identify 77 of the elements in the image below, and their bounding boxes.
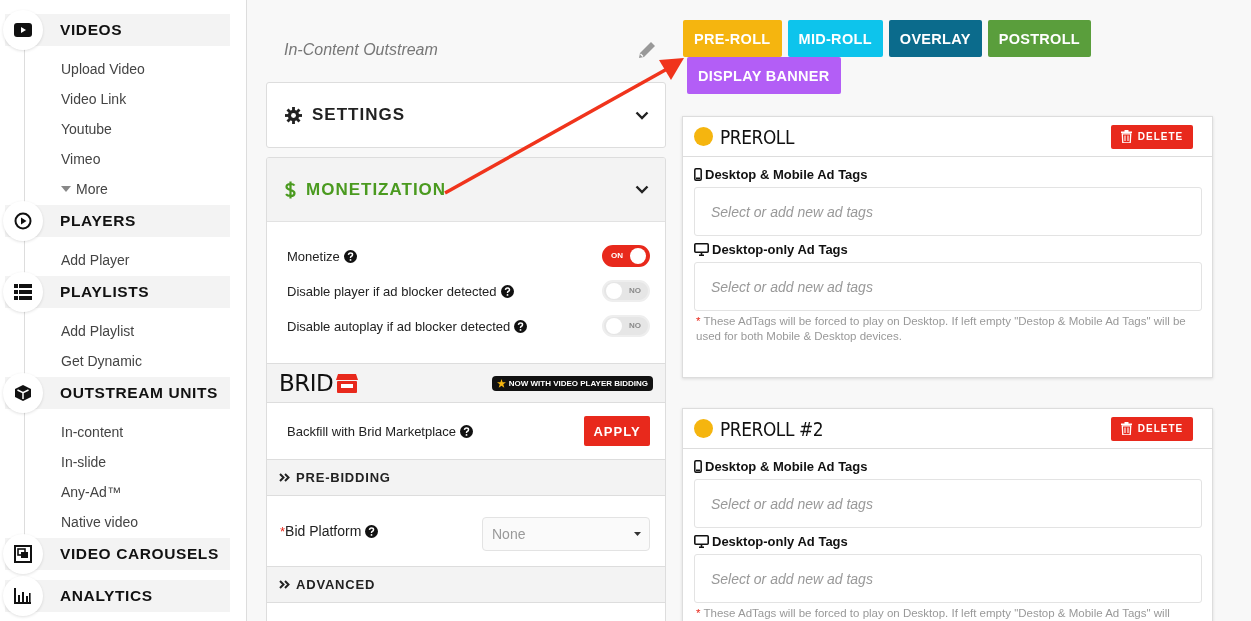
help-note: * These AdTags will be forced to play on Desktop. If left empty "Destop & Mobile Ad Tags" will be used for both Mobile & Desktop devices. <box>696 314 1187 344</box>
cube-icon <box>14 384 32 402</box>
sidebar-heading: VIDEOS <box>60 21 123 39</box>
ad-tags-field[interactable]: Select or add new ad tags <box>694 262 1202 311</box>
section-header[interactable]: ADVANCED <box>267 566 665 603</box>
phone-icon <box>694 459 702 473</box>
sidebar-item[interactable]: Video Link <box>61 84 127 114</box>
list-icon <box>14 284 32 300</box>
sidebar-item[interactable]: In-content <box>61 417 124 447</box>
section-title: ADVANCED <box>296 577 376 592</box>
field-label: Desktop-only Ad Tags <box>712 241 848 257</box>
apply-button[interactable]: APPLY <box>584 416 650 446</box>
trash-icon <box>1120 130 1132 143</box>
field-label: Desktop & Mobile Ad Tags <box>705 166 868 182</box>
field-label: Desktop-only Ad Tags <box>712 533 848 549</box>
delete-button[interactable]: DELETE <box>1111 124 1193 149</box>
sidebar-heading: VIDEO CAROUSELS <box>60 545 219 563</box>
sidebar-item[interactable]: Add Player <box>61 245 130 275</box>
toggle-label: Disable player if ad blocker detected <box>287 283 497 299</box>
sidebar-item[interactable]: Vimeo <box>61 144 101 174</box>
ad-type-button[interactable]: DISPLAY BANNER <box>687 57 841 94</box>
panel-header[interactable]: SETTINGS <box>267 83 665 147</box>
card-title: PREROLL #2 <box>720 416 824 441</box>
toggle-label: Disable autoplay if ad blocker detected <box>287 318 511 334</box>
monitor-icon <box>694 242 709 256</box>
sidebar-heading: OUTSTREAM UNITS <box>60 384 218 402</box>
card-title: PREROLL <box>720 124 794 149</box>
section-header[interactable]: PRE-BIDDING <box>267 459 665 496</box>
phone-icon <box>694 167 702 181</box>
sidebar-item[interactable]: Get Dynamic <box>61 346 142 376</box>
toggle-switch[interactable]: ON <box>602 244 650 267</box>
sidebar-item[interactable]: More <box>76 181 108 197</box>
ad-tags-field[interactable]: Select or add new ad tags <box>694 554 1202 603</box>
help-icon[interactable] <box>343 249 357 263</box>
sidebar-item[interactable]: Youtube <box>61 114 112 144</box>
sidebar-item[interactable]: Any-Ad™ <box>61 477 121 507</box>
brand-logo: BRID <box>279 370 334 396</box>
caret-down-icon <box>634 532 641 536</box>
double-chevron-icon <box>279 473 290 482</box>
toggle-label: Monetize <box>287 248 340 264</box>
gear-icon <box>285 106 302 124</box>
store-icon <box>336 373 359 393</box>
section-title: PRE-BIDDING <box>296 470 391 485</box>
badge-text: NOW WITH VIDEO PLAYER BIDDING <box>508 378 648 388</box>
sidebar-item[interactable]: Add Playlist <box>61 316 135 346</box>
help-icon[interactable] <box>365 525 379 538</box>
carousel-icon <box>14 545 32 563</box>
sidebar-item[interactable]: Upload Video <box>61 54 145 84</box>
dollar-icon <box>285 180 296 199</box>
bar-chart-icon <box>14 588 32 604</box>
delete-button[interactable]: DELETE <box>1111 416 1193 441</box>
help-note: * These AdTags will be forced to play on Desktop. If left empty "Destop & Mobile Ad Tags" will <box>696 606 1171 621</box>
help-icon[interactable] <box>460 425 474 438</box>
star-icon <box>496 378 506 388</box>
help-icon[interactable] <box>514 319 528 333</box>
sidebar-heading: PLAYERS <box>60 212 136 230</box>
trash-icon <box>1120 422 1132 435</box>
caret-down-icon <box>61 186 71 192</box>
field-label: Bid Platform <box>285 523 362 539</box>
sidebar-heading: ANALYTICS <box>60 587 153 605</box>
ad-tags-field[interactable]: Select or add new ad tags <box>694 479 1202 528</box>
field-label: Backfill with Brid Marketplace <box>287 424 457 439</box>
chevron-down-icon[interactable] <box>635 110 649 120</box>
play-icon <box>14 212 32 230</box>
ad-type-button[interactable]: OVERLAY <box>888 20 982 57</box>
sidebar-heading: PLAYLISTS <box>60 283 150 301</box>
required-mark: * <box>280 524 286 539</box>
sidebar-item[interactable]: In-slide <box>61 447 107 477</box>
ad-tags-field[interactable]: Select or add new ad tags <box>694 187 1202 236</box>
monitor-icon <box>694 534 709 548</box>
chevron-down-icon[interactable] <box>635 185 649 194</box>
help-icon[interactable] <box>500 284 514 298</box>
field-label: Desktop & Mobile Ad Tags <box>705 458 868 474</box>
double-chevron-icon <box>279 580 290 589</box>
page-title: In-Content Outstream <box>284 40 438 59</box>
sidebar-item[interactable]: Native video <box>61 507 139 537</box>
video-icon <box>14 23 32 37</box>
